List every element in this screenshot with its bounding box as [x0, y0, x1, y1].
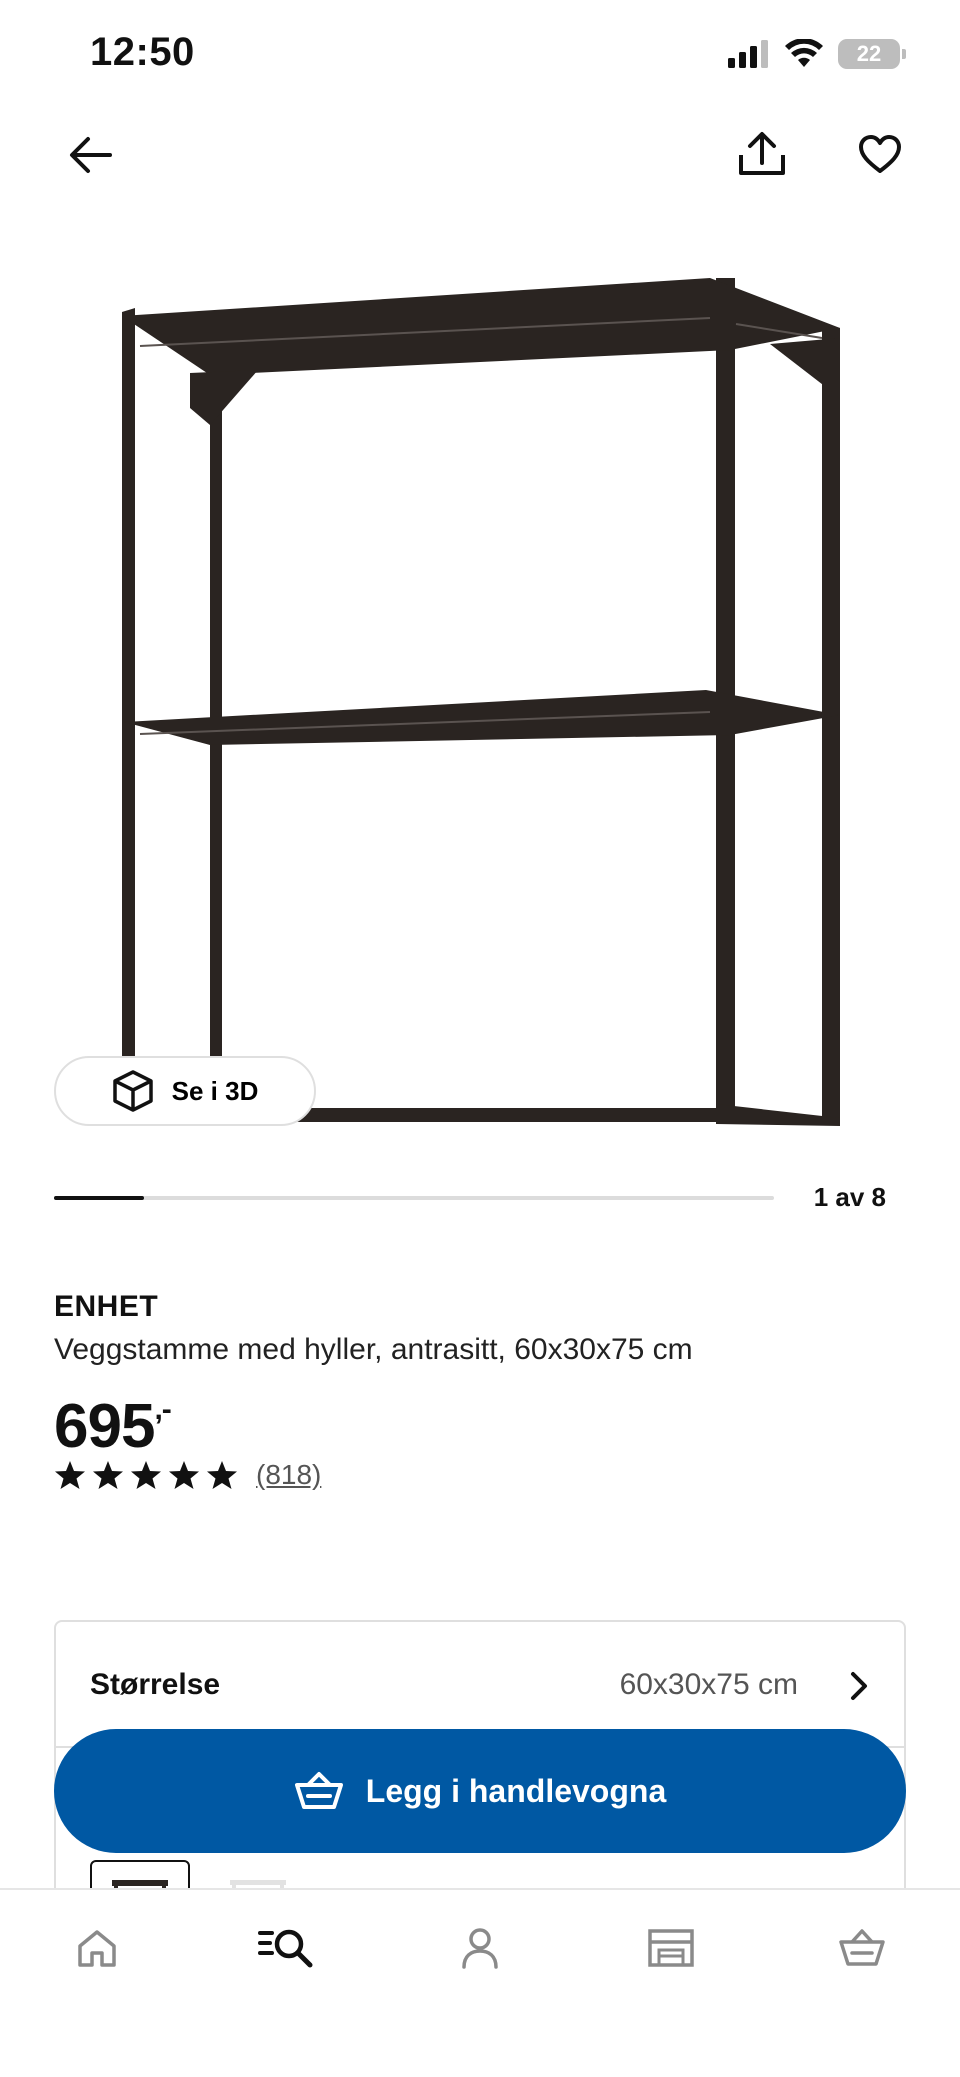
battery-level: 22	[856, 41, 882, 66]
price-suffix: ,-	[154, 1393, 171, 1426]
gallery-progress	[54, 1196, 774, 1200]
star-icon	[169, 1461, 199, 1489]
add-to-cart-label: Legg i handlevogna	[365, 1772, 667, 1809]
cube-icon	[112, 1070, 153, 1112]
favorite-button[interactable]	[848, 122, 912, 186]
nav-store[interactable]	[636, 1918, 706, 1978]
image-counter: 1 av 8	[813, 1182, 886, 1212]
share-icon	[739, 132, 785, 175]
rating-stars	[54, 1460, 238, 1490]
bottom-nav	[0, 1888, 960, 2077]
view-3d-label: Se i 3D	[171, 1075, 259, 1106]
search-list-icon	[258, 1929, 313, 1968]
user-icon	[462, 1928, 498, 1969]
nav-search[interactable]	[251, 1918, 321, 1978]
star-icon	[93, 1461, 123, 1489]
wifi-icon	[785, 39, 823, 67]
status-icons: 22	[728, 36, 906, 72]
battery-icon: 22	[838, 39, 906, 69]
price-value: 695	[54, 1392, 155, 1461]
gallery-progress-fill	[54, 1196, 144, 1200]
heart-icon	[859, 135, 901, 173]
arrow-left-icon	[70, 137, 112, 173]
review-count-link[interactable]: (818)	[256, 1459, 321, 1491]
product-image[interactable]	[110, 260, 850, 1130]
star-icon	[207, 1461, 237, 1489]
home-icon	[78, 1930, 116, 1967]
signal-icon	[728, 40, 768, 68]
back-button[interactable]	[60, 125, 120, 185]
star-icon	[55, 1461, 85, 1489]
rating[interactable]: (818)	[54, 1458, 321, 1492]
view-3d-button[interactable]: Se i 3D	[54, 1056, 316, 1126]
nav-profile[interactable]	[445, 1918, 515, 1978]
basket-icon	[294, 1772, 343, 1809]
size-value: 60x30x75 cm	[619, 1668, 798, 1701]
basket-icon	[839, 1929, 885, 1966]
size-label: Størrelse	[90, 1668, 221, 1701]
product-description: Veggstamme med hyller, antrasitt, 60x30x…	[54, 1333, 693, 1366]
status-time: 12:50	[90, 30, 195, 74]
store-icon	[648, 1929, 694, 1967]
nav-cart[interactable]	[827, 1918, 897, 1978]
star-icon	[131, 1461, 161, 1489]
chevron-right-icon	[851, 1672, 867, 1700]
nav-home[interactable]	[62, 1918, 132, 1978]
share-button[interactable]	[730, 122, 794, 186]
add-to-cart-button[interactable]: Legg i handlevogna	[54, 1729, 906, 1853]
product-price: 695,-	[54, 1375, 172, 1462]
product-name: ENHET	[54, 1290, 159, 1323]
status-bar: 12:50 22	[0, 0, 960, 110]
